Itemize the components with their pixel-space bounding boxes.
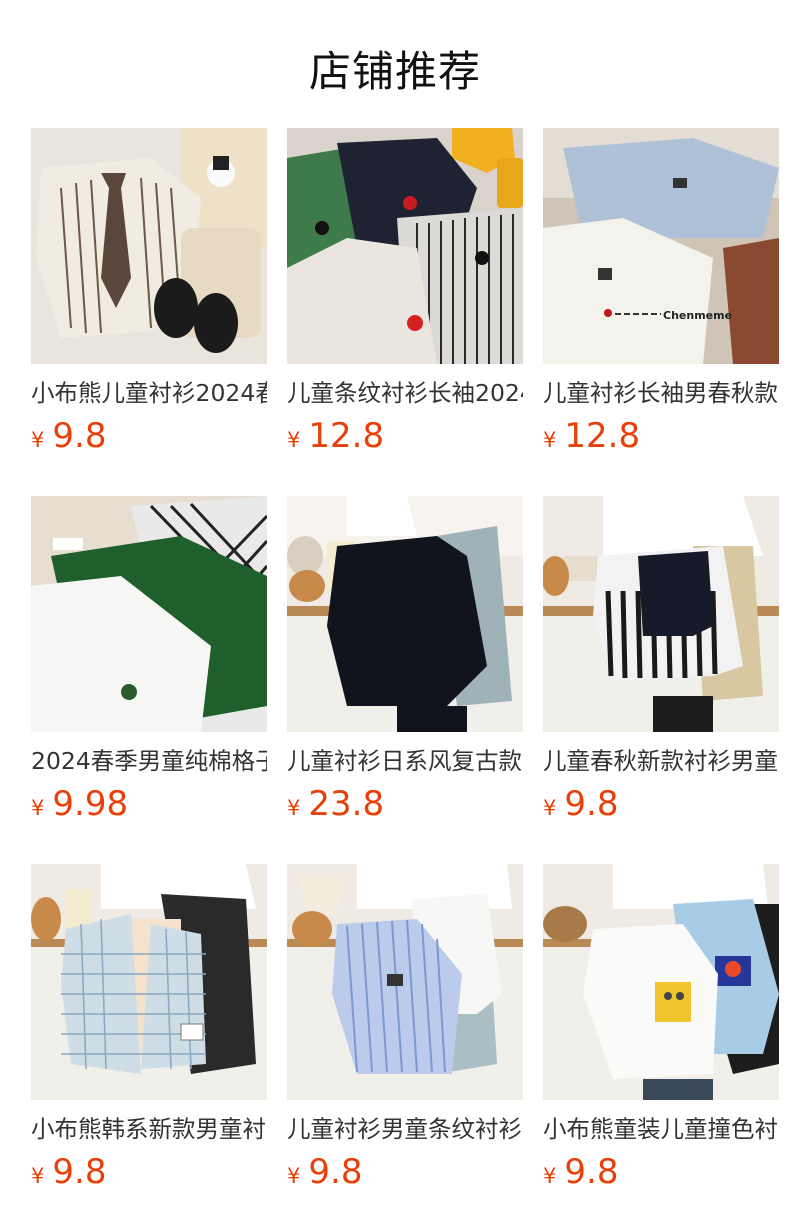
svg-text:Chenmeme: Chenmeme [663,309,732,322]
currency-symbol: ¥ [31,428,45,452]
currency-symbol: ¥ [287,1164,301,1188]
product-name[interactable]: 儿童条纹衬衫长袖2024新款 [287,378,523,408]
product-price: ¥9.8 [31,1152,106,1192]
currency-symbol: ¥ [543,796,557,820]
price-value: 9.8 [564,1152,619,1192]
product-price: ¥9.8 [31,416,106,456]
price-value: 9.8 [52,1152,107,1192]
product-price: ¥23.8 [287,784,384,824]
product-name[interactable]: 儿童春秋新款衬衫男童 [543,746,779,776]
product-name[interactable]: 儿童衬衫长袖男春秋款 [543,378,779,408]
product-image[interactable] [31,128,267,364]
price-value: 9.8 [52,416,107,456]
price-value: 9.8 [564,784,619,824]
product-image[interactable] [31,496,267,732]
product-image[interactable] [543,864,779,1100]
product-price: ¥9.8 [543,784,618,824]
product-price: ¥9.8 [543,1152,618,1192]
product-price: ¥9.98 [31,784,128,824]
product-image[interactable] [31,864,267,1100]
price-value: 9.8 [308,1152,363,1192]
product-name[interactable]: 2024春季男童纯棉格子衬衫 [31,746,267,776]
currency-symbol: ¥ [287,428,301,452]
section-title: 店铺推荐 [308,47,481,96]
product-price: ¥9.8 [287,1152,362,1192]
product-image[interactable]: Chenmeme [543,128,779,364]
price-value: 12.8 [564,416,641,456]
product-image[interactable] [543,496,779,732]
product-price: ¥12.8 [543,416,640,456]
product-image[interactable] [287,128,523,364]
product-name[interactable]: 儿童衬衫日系风复古款 [287,746,523,776]
product-name[interactable]: 小布熊儿童衬衫2024春季新款 [31,378,267,408]
product-price: ¥12.8 [287,416,384,456]
price-value: 9.98 [52,784,129,824]
product-image[interactable] [287,496,523,732]
product-name[interactable]: 小布熊韩系新款男童衬衫 [31,1114,267,1144]
currency-symbol: ¥ [31,796,45,820]
price-value: 12.8 [308,416,385,456]
product-name[interactable]: 儿童衬衫男童条纹衬衫 [287,1114,523,1144]
price-value: 23.8 [308,784,385,824]
product-name[interactable]: 小布熊童装儿童撞色衬衫 [543,1114,779,1144]
currency-symbol: ¥ [31,1164,45,1188]
currency-symbol: ¥ [543,1164,557,1188]
product-image[interactable] [287,864,523,1100]
currency-symbol: ¥ [543,428,557,452]
currency-symbol: ¥ [287,796,301,820]
